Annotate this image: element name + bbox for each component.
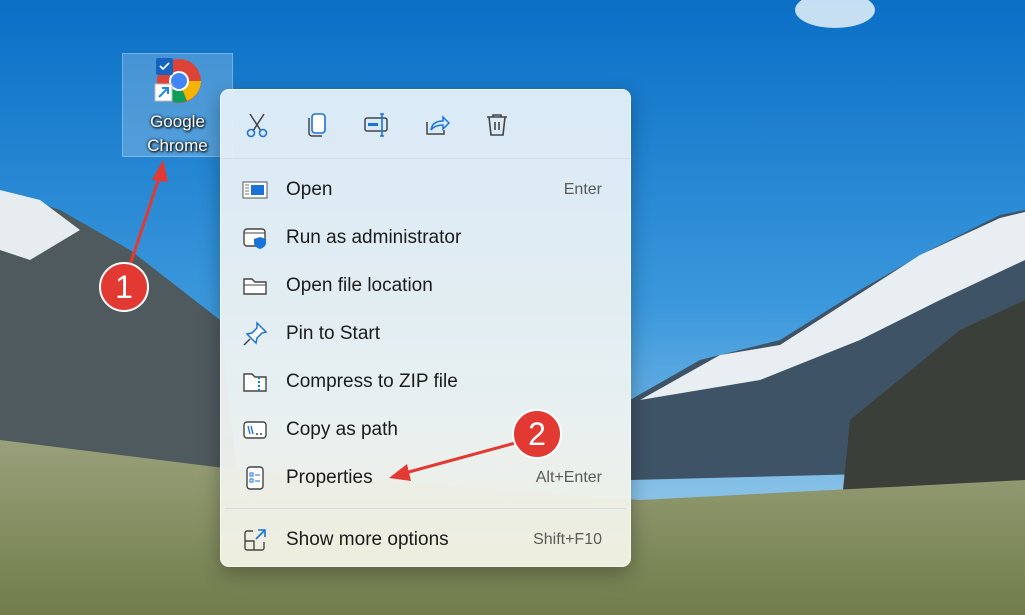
menu-item-open-file-location[interactable]: Open file location — [225, 264, 626, 308]
chrome-icon — [154, 58, 201, 103]
menu-item-properties[interactable]: Properties Alt+Enter — [225, 456, 626, 500]
menu-item-label: Open — [286, 179, 333, 200]
rename-button[interactable] — [362, 110, 392, 140]
shortcut-label: Enter — [563, 181, 602, 198]
shield-window-icon — [243, 228, 266, 249]
menu-item-pin-to-start[interactable]: Pin to Start — [225, 312, 626, 356]
menu-item-compress-to-zip[interactable]: Compress to ZIP file — [225, 360, 626, 404]
desktop-icon-google-chrome[interactable]: Google Chrome — [122, 53, 233, 157]
share-icon — [426, 115, 450, 135]
zip-folder-icon — [243, 373, 267, 392]
menu-item-label: Run as administrator — [286, 227, 462, 248]
delete-icon — [487, 114, 507, 136]
rename-icon — [364, 113, 388, 137]
step-badge-2: 2 — [512, 409, 562, 459]
open-window-icon — [242, 181, 268, 199]
folder-icon — [243, 278, 267, 295]
shortcut-label: Shift+F10 — [533, 531, 602, 548]
menu-item-label: Open file location — [286, 275, 433, 296]
delete-button[interactable] — [482, 110, 512, 140]
copy-path-icon — [243, 421, 267, 439]
menu-item-copy-as-path[interactable]: Copy as path — [225, 408, 626, 452]
icon-label-line2: Chrome — [147, 136, 208, 155]
copy-button[interactable] — [302, 110, 332, 140]
cut-button[interactable] — [242, 110, 272, 140]
menu-item-label: Show more options — [286, 529, 449, 550]
pin-icon — [243, 321, 268, 346]
menu-item-label: Properties — [286, 467, 373, 488]
cut-icon — [246, 113, 268, 138]
menu-item-label: Pin to Start — [286, 323, 380, 344]
menu-item-show-more-options[interactable]: Show more options Shift+F10 — [225, 518, 626, 562]
copy-icon — [308, 113, 326, 137]
menu-divider — [225, 508, 626, 509]
toolbar-divider — [221, 158, 630, 159]
icon-label-line1: Google — [150, 112, 205, 131]
step-badge-1: 1 — [99, 262, 149, 312]
menu-item-label: Copy as path — [286, 419, 398, 440]
properties-icon — [246, 466, 264, 490]
menu-item-label: Compress to ZIP file — [286, 371, 458, 392]
show-more-icon — [244, 529, 266, 551]
shortcut-label: Alt+Enter — [535, 469, 602, 486]
menu-item-open[interactable]: Open Enter — [225, 168, 626, 212]
context-menu: Open Enter Run as administrator Open file… — [220, 89, 631, 567]
menu-item-run-as-administrator[interactable]: Run as administrator — [225, 216, 626, 260]
share-button[interactable] — [422, 110, 452, 140]
